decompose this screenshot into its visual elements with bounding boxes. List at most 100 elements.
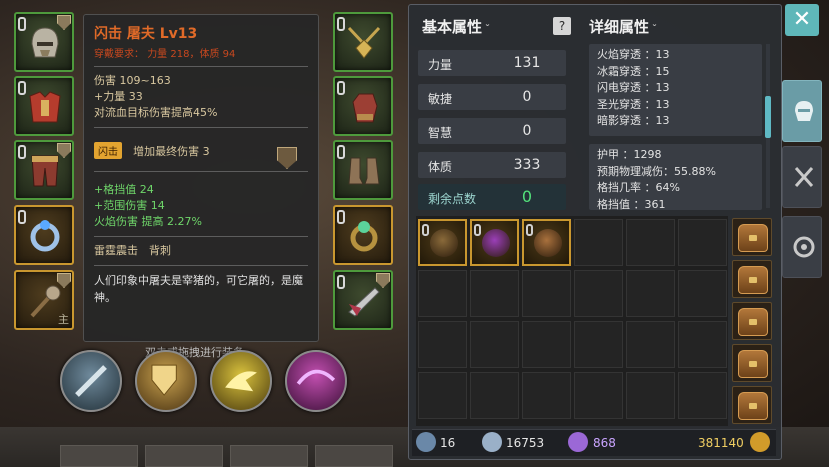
inventory-cell[interactable] xyxy=(418,270,467,317)
stat-constitution: 体质 333 xyxy=(418,152,566,178)
equip-slot-gloves[interactable] xyxy=(333,76,393,136)
inventory-cell[interactable] xyxy=(522,321,571,368)
equip-slot-helmet[interactable] xyxy=(14,12,74,72)
bag-slot[interactable] xyxy=(732,260,772,298)
inventory-cell[interactable] xyxy=(574,321,623,368)
affix-row: 闪击 增加最终伤害 3 xyxy=(94,140,308,159)
inventory-cell[interactable] xyxy=(574,219,623,266)
detail-stat-line: 格挡几率 ：64% xyxy=(597,181,680,194)
bonus-stat-line: 火焰伤害 提高 2.27% xyxy=(94,215,202,228)
bag-slot[interactable] xyxy=(732,386,772,424)
helmet-icon xyxy=(795,101,813,121)
inventory-cell[interactable] xyxy=(470,219,519,266)
inventory-cell[interactable] xyxy=(418,321,467,368)
equip-slot-boots[interactable] xyxy=(333,140,393,200)
level-value: 16 xyxy=(440,436,456,450)
requirement-value: 力量 218，体质 94 xyxy=(147,49,236,60)
defense-stats: 护甲 ：1298 预期物理减伤：55.88% 格挡几率 ：64% 格挡值 ：36… xyxy=(589,144,762,210)
detail-stat-line: 圣光穿透 ：13 xyxy=(597,97,670,111)
ring-icon xyxy=(350,221,378,252)
backpack-icon xyxy=(738,350,768,378)
floor-tile xyxy=(145,445,223,467)
equip-slot-chest[interactable] xyxy=(14,76,74,136)
shield-skill-icon[interactable] xyxy=(135,350,197,412)
inventory-cell[interactable] xyxy=(470,321,519,368)
arcane-skill-icon[interactable] xyxy=(285,350,347,412)
stat-value: 333 xyxy=(513,157,541,173)
equip-slot-amulet[interactable] xyxy=(333,12,393,72)
stat-label: 智慧 xyxy=(428,126,453,140)
floor-tile xyxy=(230,445,308,467)
bag-slot[interactable] xyxy=(732,218,772,256)
divider xyxy=(94,236,308,237)
equip-slot-ring-2[interactable] xyxy=(333,205,393,265)
divider xyxy=(94,265,308,266)
inventory-cell[interactable] xyxy=(522,372,571,419)
requirement-label: 穿戴要求： xyxy=(94,49,144,60)
inventory-cell[interactable] xyxy=(678,372,727,419)
strike-skill-icon[interactable] xyxy=(210,350,272,412)
detail-stat-line: 火焰穿透 ：13 xyxy=(597,48,670,61)
backpack-icon xyxy=(738,392,768,420)
tab-character[interactable] xyxy=(782,80,822,142)
detail-scrollbar-thumb[interactable] xyxy=(765,96,771,138)
tab-skills[interactable] xyxy=(782,146,822,208)
stat-label: 力量 xyxy=(428,58,453,72)
base-stat-line: 伤害 109~163 xyxy=(94,74,171,87)
floor-tile xyxy=(60,445,138,467)
backpack-icon xyxy=(738,308,768,336)
inventory-cell[interactable] xyxy=(522,219,571,266)
inventory-cell[interactable] xyxy=(418,219,467,266)
stat-label: 体质 xyxy=(428,160,453,174)
equip-slot-main-hand[interactable]: 主 xyxy=(14,270,74,330)
inventory-cell[interactable] xyxy=(574,270,623,317)
chevron-down-icon: ˇ xyxy=(485,24,491,35)
bag-slot[interactable] xyxy=(732,344,772,382)
stat-strength: 力量 131 xyxy=(418,50,566,76)
helmet-icon xyxy=(31,27,59,58)
item-tooltip: 闪击 屠夫 Lv13 穿戴要求： 力量 218，体质 94 伤害 109~163… xyxy=(83,14,319,342)
affix-badge: 闪击 xyxy=(94,142,122,159)
inventory-cell[interactable] xyxy=(470,372,519,419)
detailed-attributes-header[interactable]: 详细属性 ˇ xyxy=(589,16,657,37)
detail-stat-line: 格挡值 ：361 xyxy=(597,197,666,211)
lock-icon xyxy=(474,224,481,236)
chest-armor-icon xyxy=(29,91,61,123)
lock-icon xyxy=(337,210,345,224)
inventory-cell[interactable] xyxy=(626,372,675,419)
item-requirement: 穿戴要求： 力量 218，体质 94 xyxy=(94,45,308,60)
tab-settings[interactable] xyxy=(782,216,822,278)
inventory-cell[interactable] xyxy=(626,219,675,266)
inventory-cell[interactable] xyxy=(574,372,623,419)
lock-icon xyxy=(337,17,345,31)
backpack-icon xyxy=(738,266,768,294)
blade-skill-icon[interactable] xyxy=(60,350,122,412)
leg-armor-icon xyxy=(31,155,59,187)
help-button[interactable]: ? xyxy=(553,17,571,35)
inventory-cell[interactable] xyxy=(626,270,675,317)
lock-icon xyxy=(337,275,345,289)
stat-value: 0 xyxy=(522,123,532,139)
equip-slot-legs[interactable] xyxy=(14,140,74,200)
inventory-cell[interactable] xyxy=(626,321,675,368)
inventory-cell[interactable] xyxy=(418,372,467,419)
bag-slot[interactable] xyxy=(732,302,772,340)
divider xyxy=(94,171,308,172)
lock-icon xyxy=(422,224,429,236)
lock-icon xyxy=(526,224,533,236)
inventory-cell[interactable] xyxy=(678,219,727,266)
base-stat-line: +力量 33 xyxy=(94,90,143,103)
detail-stat-line: 预期物理减伤：55.88% xyxy=(597,164,716,178)
inventory-cell[interactable] xyxy=(678,321,727,368)
equip-slot-ring[interactable] xyxy=(14,205,74,265)
close-button[interactable]: ✕ xyxy=(785,4,819,36)
basic-attributes-header[interactable]: 基本属性 ˇ xyxy=(422,16,490,37)
detail-stat-line: 暗影穿透 ：13 xyxy=(597,114,670,127)
amulet-icon xyxy=(347,26,381,59)
equip-slot-off-hand[interactable] xyxy=(333,270,393,330)
inventory-cell[interactable] xyxy=(470,270,519,317)
inventory-cell[interactable] xyxy=(678,270,727,317)
inventory-cell[interactable] xyxy=(522,270,571,317)
purple-potion-icon xyxy=(482,229,510,257)
soul-icon xyxy=(482,432,502,452)
